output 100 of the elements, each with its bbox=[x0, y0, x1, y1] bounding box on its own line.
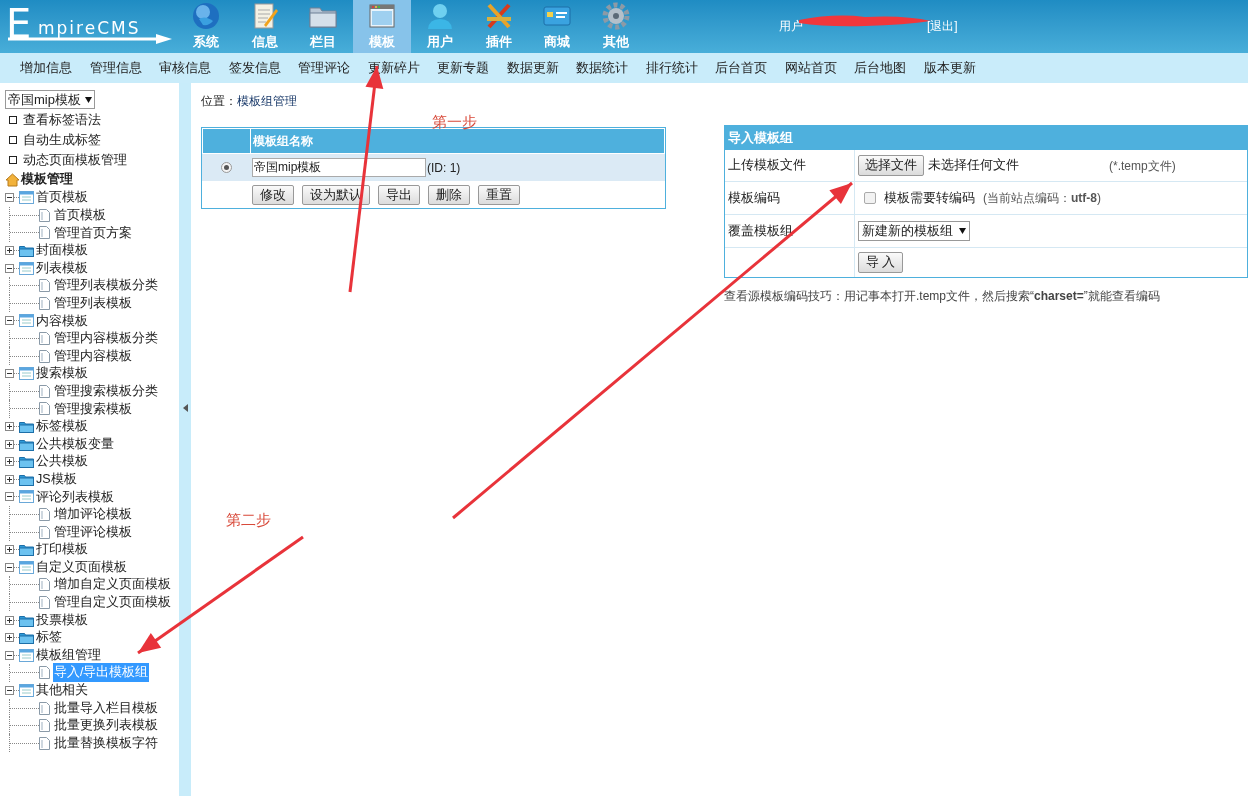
action-button[interactable]: 删除 bbox=[428, 184, 470, 205]
caret-icon bbox=[84, 96, 92, 103]
expand-icon[interactable] bbox=[5, 246, 14, 256]
expand-icon[interactable] bbox=[5, 439, 14, 449]
sidebar-link[interactable]: 查看标签语法 bbox=[23, 110, 101, 130]
tree-node[interactable]: 公共模板 bbox=[36, 452, 88, 472]
tree-node[interactable]: 标签模板 bbox=[36, 417, 88, 436]
tree-leaf[interactable]: 管理内容模板 bbox=[53, 346, 133, 366]
tree-node[interactable]: 标签 bbox=[36, 628, 62, 647]
page-icon bbox=[39, 701, 50, 715]
folder-icon bbox=[19, 543, 34, 557]
collapse-icon[interactable] bbox=[5, 263, 14, 273]
tree-node[interactable]: 列表模板 bbox=[36, 258, 88, 278]
folder-icon bbox=[19, 244, 34, 258]
tree-leaf[interactable]: 管理内容模板分类 bbox=[53, 329, 159, 348]
action-button[interactable]: 设为默认 bbox=[302, 184, 370, 205]
tree-node[interactable]: JS模板 bbox=[36, 469, 77, 489]
menu-link[interactable]: 网站首页 bbox=[784, 58, 837, 78]
tree-node[interactable]: 打印模板 bbox=[36, 540, 88, 560]
bullet-icon bbox=[9, 116, 17, 124]
expand-icon[interactable] bbox=[5, 457, 14, 467]
tree-leaf[interactable]: 管理首页方案 bbox=[53, 223, 133, 243]
menu-link[interactable]: 增加信息 bbox=[20, 58, 72, 78]
page-icon bbox=[39, 296, 50, 310]
page-icon bbox=[39, 279, 50, 293]
tree-node[interactable]: 首页模板 bbox=[36, 188, 88, 208]
encoding-note: (当前站点编码：utf-8) bbox=[983, 190, 1101, 207]
tree-leaf[interactable]: 管理自定义页面模板 bbox=[53, 593, 172, 612]
menu-link[interactable]: 数据统计 bbox=[576, 58, 628, 78]
expand-icon[interactable] bbox=[5, 474, 14, 484]
template-select[interactable]: 帝国mip模板 bbox=[5, 90, 95, 109]
menu-link[interactable]: 管理信息 bbox=[89, 58, 142, 78]
expand-icon[interactable] bbox=[5, 422, 14, 431]
action-button[interactable]: 重置 bbox=[478, 184, 520, 205]
collapse-icon[interactable] bbox=[5, 562, 14, 572]
folder-icon bbox=[19, 613, 34, 627]
action-button[interactable]: 修改 bbox=[252, 184, 294, 205]
tree-leaf[interactable]: 管理搜索模板 bbox=[53, 399, 133, 419]
name-field[interactable]: 帝国mip模板 bbox=[252, 158, 426, 177]
menu-link[interactable]: 管理评论 bbox=[298, 58, 350, 78]
collapse-arrow-icon[interactable] bbox=[182, 403, 188, 412]
group-select[interactable]: 新建新的模板组 bbox=[858, 221, 970, 241]
checkbox[interactable] bbox=[864, 192, 876, 204]
caret-icon bbox=[959, 228, 966, 234]
tree-node[interactable]: 评论列表模板 bbox=[36, 487, 114, 507]
menu-link[interactable]: 数据更新 bbox=[506, 58, 559, 78]
file-hint: (*.temp文件) bbox=[1109, 157, 1176, 175]
menu-link[interactable]: 后台地图 bbox=[854, 58, 906, 78]
collapse-icon[interactable] bbox=[5, 650, 14, 660]
sidebar-link[interactable]: 动态页面模板管理 bbox=[23, 150, 127, 170]
tree-leaf[interactable]: 管理列表模板分类 bbox=[53, 276, 159, 296]
expand-icon[interactable] bbox=[5, 545, 14, 555]
menu-link[interactable]: 签发信息 bbox=[228, 58, 281, 78]
tree-node[interactable]: 模板组管理 bbox=[36, 645, 101, 665]
tree-leaf[interactable]: 管理评论模板 bbox=[53, 522, 133, 542]
menu-link[interactable]: 审核信息 bbox=[159, 58, 211, 78]
breadcrumb-label: 位置： bbox=[201, 93, 237, 110]
tree-leaf[interactable]: 批量导入栏目模板 bbox=[53, 698, 159, 718]
tree-node[interactable]: 内容模板 bbox=[36, 311, 88, 331]
collapse-icon[interactable] bbox=[5, 193, 14, 203]
tree-node[interactable]: 封面模板 bbox=[36, 241, 88, 260]
folder-icon bbox=[19, 472, 34, 486]
action-button[interactable]: 导出 bbox=[378, 184, 420, 205]
choose-file-button[interactable]: 选择文件 bbox=[858, 155, 924, 176]
field-label: 上传模板文件 bbox=[728, 157, 806, 175]
tree-node[interactable]: 投票模板 bbox=[36, 610, 88, 630]
globe-icon bbox=[191, 1, 222, 31]
step-label: 第二步 bbox=[226, 510, 271, 530]
sidebar-link[interactable]: 自动生成标签 bbox=[23, 130, 101, 150]
expand-icon[interactable] bbox=[5, 615, 14, 625]
tree-node[interactable]: 其他相关 bbox=[36, 681, 88, 700]
menu-link[interactable]: 版本更新 bbox=[923, 58, 976, 78]
encoding-tip: 查看源模板编码技巧：用记事本打开.temp文件，然后搜索“charset=”就能查看编码 bbox=[724, 288, 1161, 305]
collapse-icon[interactable] bbox=[5, 685, 14, 695]
menu-link[interactable]: 排行统计 bbox=[645, 58, 698, 78]
breadcrumb-link[interactable]: 模板组管理 bbox=[237, 92, 297, 110]
tree-leaf[interactable]: 批量替换模板字符 bbox=[53, 733, 159, 753]
import-button[interactable]: 导 入 bbox=[858, 252, 904, 273]
tree-leaf[interactable]: 增加自定义页面模板 bbox=[53, 575, 172, 595]
tree-leaf[interactable]: 首页模板 bbox=[53, 206, 107, 225]
list-icon bbox=[19, 683, 34, 697]
tree-title: 模板管理 bbox=[21, 171, 73, 189]
page-icon bbox=[39, 349, 50, 363]
tree-leaf[interactable]: 批量更换列表模板 bbox=[53, 716, 159, 735]
folder-icon bbox=[19, 631, 34, 645]
radio-button[interactable] bbox=[220, 162, 232, 173]
menu-link[interactable]: 后台首页 bbox=[715, 58, 767, 78]
expand-icon[interactable] bbox=[5, 633, 14, 643]
collapse-icon[interactable] bbox=[5, 492, 14, 502]
collapse-icon[interactable] bbox=[5, 369, 14, 379]
bullet-icon bbox=[9, 136, 17, 144]
tree-node[interactable]: 自定义页面模板 bbox=[36, 557, 127, 577]
collapse-icon[interactable] bbox=[5, 316, 14, 326]
tree-leaf[interactable]: 增加评论模板 bbox=[53, 505, 133, 524]
menu-link[interactable]: 更新专题 bbox=[437, 58, 489, 78]
tree-node[interactable]: 搜索模板 bbox=[36, 364, 88, 384]
step-label: 第一步 bbox=[432, 112, 477, 132]
tree-leaf[interactable]: 管理搜索模板分类 bbox=[53, 381, 159, 401]
tree-leaf[interactable]: 管理列表模板 bbox=[53, 294, 133, 313]
tree-node[interactable]: 公共模板变量 bbox=[36, 434, 114, 454]
